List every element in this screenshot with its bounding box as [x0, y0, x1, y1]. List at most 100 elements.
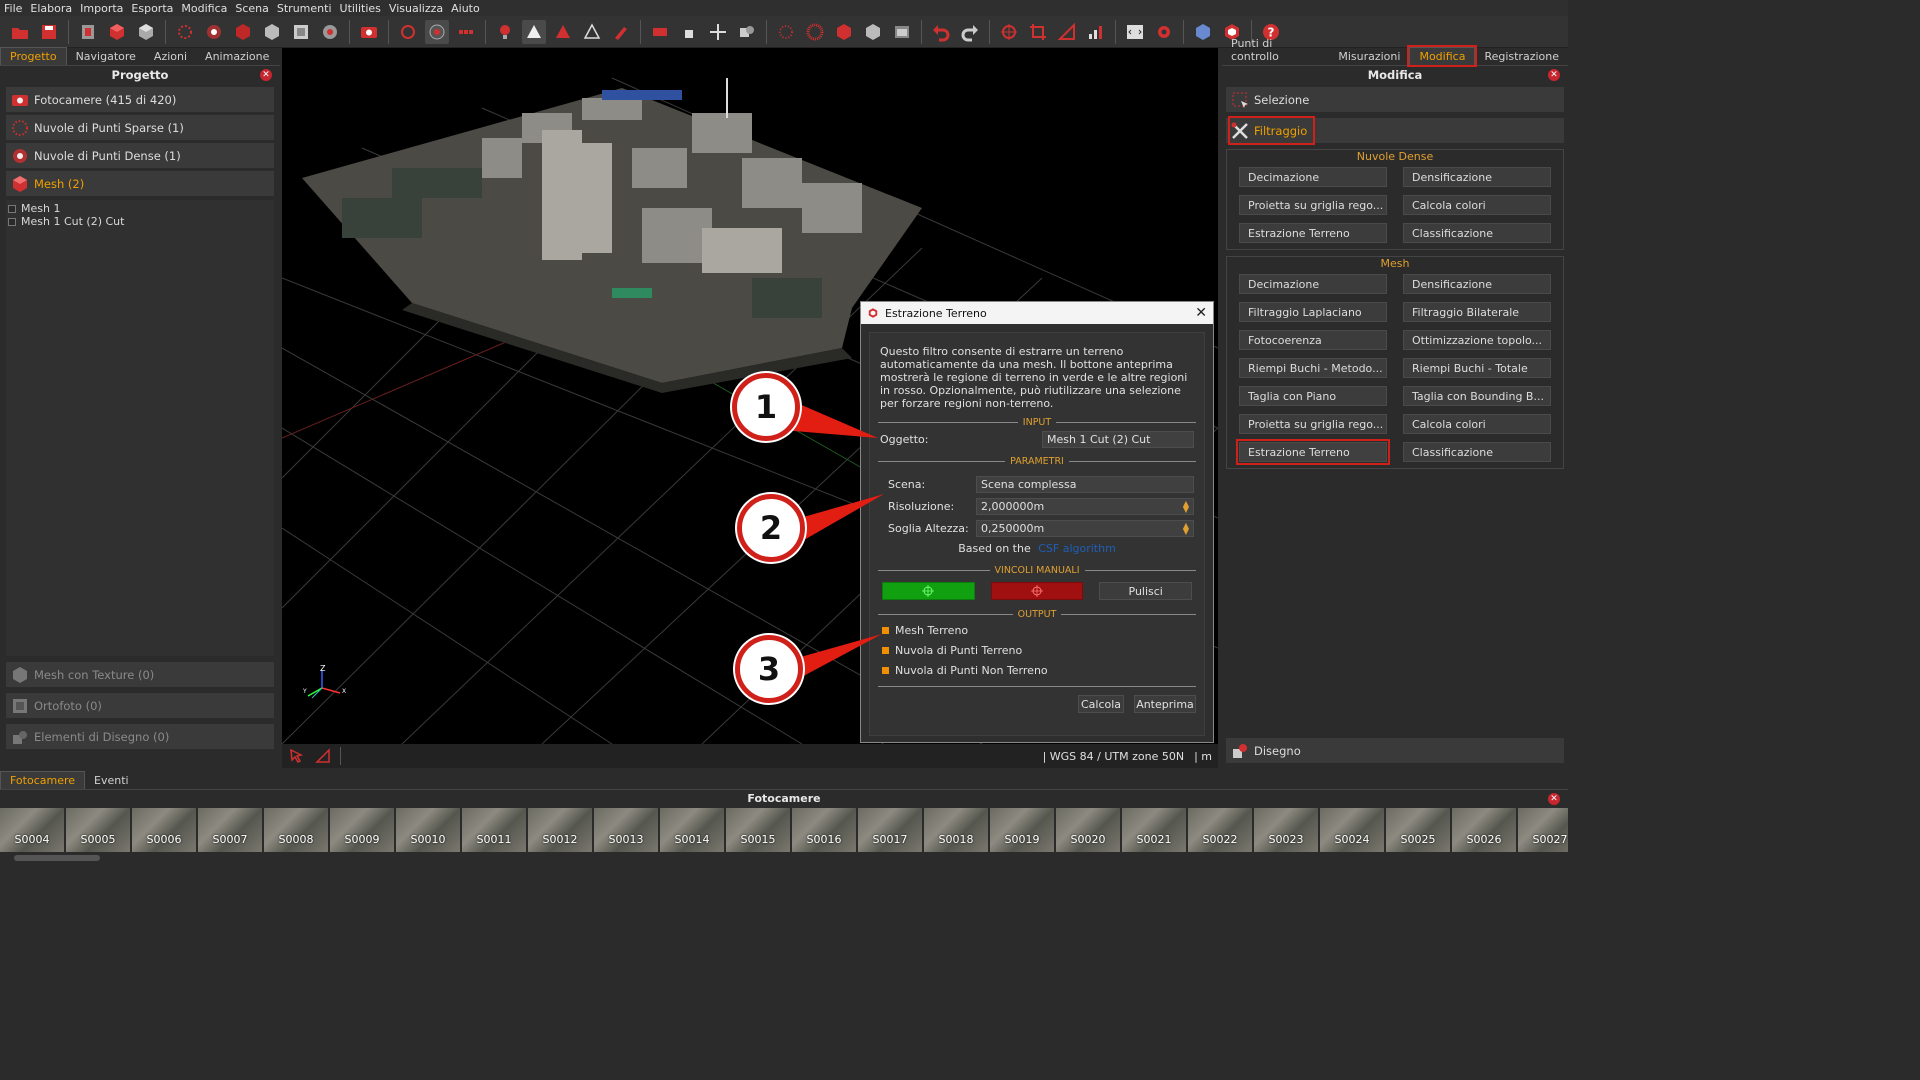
camera-thumbnail[interactable]: S0008 [264, 808, 328, 852]
output-checkbox[interactable] [882, 646, 889, 654]
brush-icon[interactable] [609, 20, 633, 44]
mesh-red-icon[interactable] [551, 20, 575, 44]
scrollbar-thumb[interactable] [14, 855, 100, 861]
drawing-section[interactable]: Disegno [1226, 738, 1564, 763]
camera-thumbnail[interactable]: S0026 [1452, 808, 1516, 852]
tree-item[interactable]: Mesh 1 Cut (2) Cut [8, 215, 272, 228]
camera-thumbnail[interactable]: S0006 [132, 808, 196, 852]
camera-thumbnail[interactable]: S0025 [1386, 808, 1450, 852]
mesh-bilateral-button[interactable]: Filtraggio Bilaterale [1403, 302, 1551, 322]
tab-events[interactable]: Eventi [85, 772, 138, 789]
project-item-cameras[interactable]: Fotocamere (415 di 420) [6, 87, 274, 112]
mesh-densify-button[interactable]: Densificazione [1403, 274, 1551, 294]
non-ground-brush-button[interactable] [990, 582, 1084, 600]
tab-edit[interactable]: Modifica [1407, 45, 1478, 67]
save-icon[interactable] [37, 20, 61, 44]
menu-elabora[interactable]: Elabora [26, 2, 76, 15]
open-folder-icon[interactable] [8, 20, 32, 44]
camera-thumbnail[interactable]: S0020 [1056, 808, 1120, 852]
mesh-colors-button[interactable]: Calcola colori [1403, 414, 1551, 434]
output-checkbox[interactable] [882, 626, 889, 634]
output-checkbox[interactable] [882, 666, 889, 674]
thumbnail-scrollbar[interactable] [0, 852, 1568, 864]
camera-thumbnail[interactable]: S0012 [528, 808, 592, 852]
ruler-icon[interactable] [1055, 20, 1079, 44]
light-icon[interactable] [493, 20, 517, 44]
compute-button[interactable]: Calcola [1078, 695, 1124, 713]
camera-thumbnail[interactable]: S0005 [66, 808, 130, 852]
mesh-icon[interactable] [231, 20, 255, 44]
camera-thumbnail[interactable]: S0023 [1254, 808, 1318, 852]
close-icon[interactable]: ✕ [1548, 793, 1560, 805]
mesh-ground-extract-button[interactable]: Estrazione Terreno [1236, 439, 1390, 465]
close-icon[interactable]: ✕ [1195, 305, 1207, 321]
dense-densify-button[interactable]: Densificazione [1403, 167, 1551, 187]
points-dense-icon[interactable] [803, 20, 827, 44]
filtering-section[interactable]: Filtraggio [1226, 116, 1564, 145]
menu-modifica[interactable]: Modifica [177, 2, 231, 15]
transform-icon[interactable] [997, 20, 1021, 44]
camera-thumbnail[interactable]: S0024 [1320, 808, 1384, 852]
move-icon[interactable] [706, 20, 730, 44]
height-threshold-input[interactable]: 0,250000m ▲ ▼ [976, 519, 1194, 537]
mesh-fill-holes-method-button[interactable]: Riempi Buchi - Metodo... [1239, 358, 1387, 378]
rotate-icon[interactable] [396, 20, 420, 44]
project-item-ortho[interactable]: Ortofoto (0) [6, 693, 274, 718]
close-icon[interactable]: ✕ [260, 69, 272, 81]
dense-grid-project-button[interactable]: Proietta su griglia rego... [1239, 195, 1387, 215]
wireframe-icon[interactable] [580, 20, 604, 44]
tab-navigatore[interactable]: Navigatore [67, 48, 145, 65]
measure-tool-icon[interactable] [314, 747, 332, 765]
camera-thumbnail[interactable]: S0015 [726, 808, 790, 852]
project-item-sparse[interactable]: Nuvole di Punti Sparse (1) [6, 115, 274, 140]
dense-classify-button[interactable]: Classificazione [1403, 223, 1551, 243]
camera-thumbnail[interactable]: S0011 [462, 808, 526, 852]
camera-thumbnail[interactable]: S0018 [924, 808, 988, 852]
clear-button[interactable]: Pulisci [1099, 582, 1193, 600]
menu-importa[interactable]: Importa [76, 2, 127, 15]
mesh-decimate-button[interactable]: Decimazione [1239, 274, 1387, 294]
window-icon[interactable] [890, 20, 914, 44]
scene-select[interactable]: Scena complessa [976, 475, 1194, 493]
undo-icon[interactable] [929, 20, 953, 44]
tree-item[interactable]: Mesh 1 [8, 202, 272, 215]
menu-aiuto[interactable]: Aiuto [447, 2, 484, 15]
tab-progetto[interactable]: Progetto [0, 47, 67, 65]
tab-measurements[interactable]: Misurazioni [1329, 48, 1409, 65]
output-cloud-ground[interactable]: Nuvola di Punti Terreno [882, 640, 1192, 660]
cube-grey-icon[interactable] [134, 20, 158, 44]
camera-thumbnail[interactable]: S0016 [792, 808, 856, 852]
points-icon[interactable] [774, 20, 798, 44]
ground-brush-button[interactable] [882, 582, 975, 600]
output-cloud-nonground[interactable]: Nuvola di Punti Non Terreno [882, 660, 1192, 680]
plane-icon[interactable] [648, 20, 672, 44]
camera-thumbnail[interactable]: S0004 [0, 808, 64, 852]
camera-icon[interactable] [357, 20, 381, 44]
menu-esporta[interactable]: Esporta [127, 2, 177, 15]
select-tool-icon[interactable] [288, 747, 306, 765]
camera-thumbnail[interactable]: S0007 [198, 808, 262, 852]
selection-section[interactable]: Selezione [1226, 87, 1564, 112]
spinner-icon[interactable]: ▲ ▼ [1183, 499, 1189, 513]
mesh-cut-plane-button[interactable]: Taglia con Piano [1239, 386, 1387, 406]
crop-icon[interactable] [1026, 20, 1050, 44]
menu-scena[interactable]: Scena [231, 2, 273, 15]
dem-icon[interactable] [318, 20, 342, 44]
camera-thumbnail[interactable]: S0022 [1188, 808, 1252, 852]
ortho-icon[interactable] [289, 20, 313, 44]
camera-thumbnail[interactable]: S0027 [1518, 808, 1568, 852]
pointer-icon[interactable] [677, 20, 701, 44]
menu-visualizza[interactable]: Visualizza [385, 2, 447, 15]
project-item-textured-mesh[interactable]: Mesh con Texture (0) [6, 662, 274, 687]
object-select[interactable]: Mesh 1 Cut (2) Cut [1042, 430, 1194, 448]
output-mesh-ground[interactable]: Mesh Terreno [882, 620, 1192, 640]
grid-icon[interactable] [454, 20, 478, 44]
box-grey-icon[interactable] [861, 20, 885, 44]
settings-icon[interactable] [1152, 20, 1176, 44]
camera-thumbnail[interactable]: S0021 [1122, 808, 1186, 852]
menu-utilities[interactable]: Utilities [336, 2, 385, 15]
menu-strumenti[interactable]: Strumenti [273, 2, 336, 15]
mesh-laplacian-button[interactable]: Filtraggio Laplaciano [1239, 302, 1387, 322]
camera-thumbnail[interactable]: S0009 [330, 808, 394, 852]
mesh-topology-button[interactable]: Ottimizzazione topolo... [1403, 330, 1551, 350]
